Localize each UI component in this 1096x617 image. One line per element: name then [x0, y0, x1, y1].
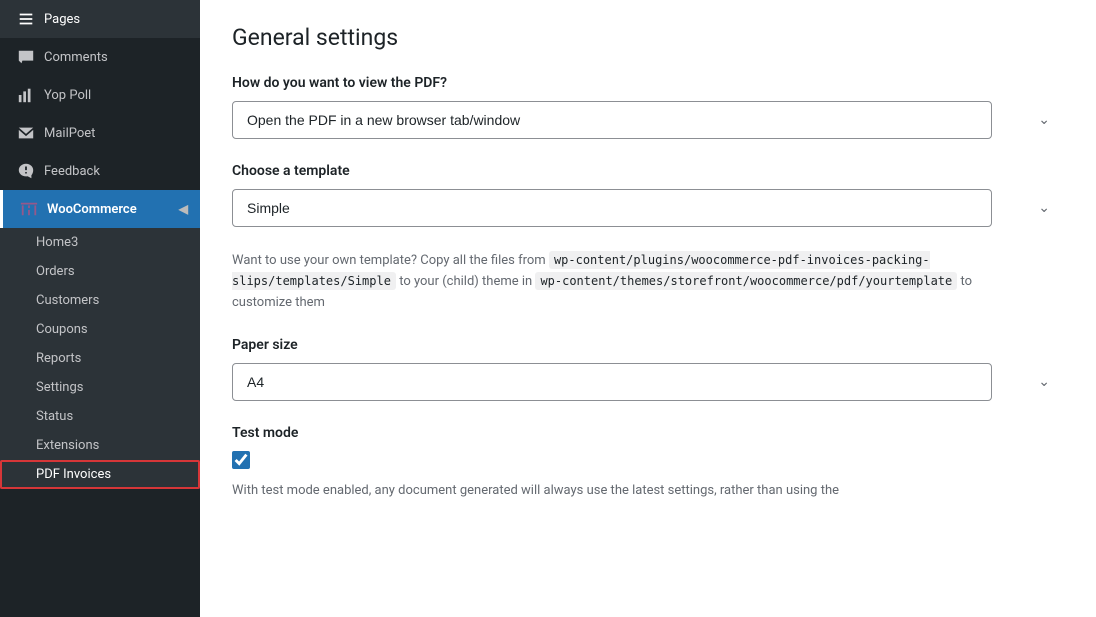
template-section: Choose a template SimpleModernClassic ⌄ …: [232, 163, 1064, 313]
sidebar-item-mailpoet[interactable]: MailPoet: [0, 114, 200, 152]
pdf-view-select[interactable]: Open the PDF in a new browser tab/window…: [232, 101, 992, 139]
template-label: Choose a template: [232, 163, 1064, 179]
sidebar-item-woocommerce[interactable]: WooCommerce ◀: [0, 190, 200, 228]
submenu-extensions[interactable]: Extensions: [0, 431, 200, 460]
submenu-pdf-invoices[interactable]: PDF Invoices: [0, 460, 200, 489]
pdf-view-chevron-icon: ⌄: [1038, 112, 1050, 128]
template-code2: wp-content/themes/storefront/woocommerce…: [535, 272, 957, 290]
test-mode-section: Test mode With test mode enabled, any do…: [232, 425, 1064, 502]
sidebar-item-yop-poll[interactable]: Yop Poll: [0, 76, 200, 114]
yop-poll-icon: [16, 85, 36, 105]
woo-submenu: Home 3 Orders Customers Coupons Reports …: [0, 228, 200, 489]
template-chevron-icon: ⌄: [1038, 200, 1050, 216]
sidebar-item-comments[interactable]: Comments: [0, 38, 200, 76]
sidebar-item-pages[interactable]: Pages: [0, 0, 200, 38]
woo-collapse-arrow: ◀: [179, 202, 188, 216]
paper-size-chevron-icon: ⌄: [1038, 374, 1050, 390]
sidebar-item-feedback[interactable]: Feedback: [0, 152, 200, 190]
submenu-customers[interactable]: Customers: [0, 286, 200, 315]
page-title: General settings: [232, 24, 1064, 51]
woo-icon: [19, 199, 39, 219]
submenu-coupons[interactable]: Coupons: [0, 315, 200, 344]
main-content: General settings How do you want to view…: [200, 0, 1096, 617]
submenu-reports[interactable]: Reports: [0, 344, 200, 373]
pages-icon: [16, 9, 36, 29]
paper-size-select[interactable]: A4LetterLegal: [232, 363, 992, 401]
submenu-status[interactable]: Status: [0, 402, 200, 431]
pdf-view-label: How do you want to view the PDF?: [232, 75, 1064, 91]
pdf-view-select-wrapper: Open the PDF in a new browser tab/window…: [232, 101, 1064, 139]
test-mode-checkbox[interactable]: [232, 451, 250, 469]
paper-size-section: Paper size A4LetterLegal ⌄: [232, 337, 1064, 401]
template-select-wrapper: SimpleModernClassic ⌄: [232, 189, 1064, 227]
test-mode-checkbox-wrapper: [232, 451, 1064, 469]
pdf-view-section: How do you want to view the PDF? Open th…: [232, 75, 1064, 139]
test-mode-description: With test mode enabled, any document gen…: [232, 481, 992, 502]
template-select[interactable]: SimpleModernClassic: [232, 189, 992, 227]
submenu-home[interactable]: Home 3: [0, 228, 200, 257]
mailpoet-icon: [16, 123, 36, 143]
sidebar: Pages Comments Yop Poll MailPoet Feedbac…: [0, 0, 200, 617]
paper-size-select-wrapper: A4LetterLegal ⌄: [232, 363, 1064, 401]
submenu-settings[interactable]: Settings: [0, 373, 200, 402]
test-mode-label: Test mode: [232, 425, 1064, 441]
paper-size-label: Paper size: [232, 337, 1064, 353]
feedback-icon: [16, 161, 36, 181]
submenu-orders[interactable]: Orders: [0, 257, 200, 286]
comments-icon: [16, 47, 36, 67]
template-description: Want to use your own template? Copy all …: [232, 251, 992, 313]
